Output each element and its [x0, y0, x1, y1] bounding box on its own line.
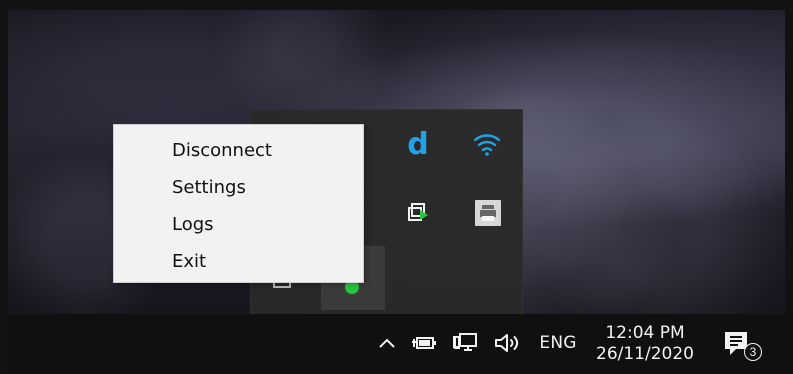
screen: d Disconnect Settings Logs Exit ENG 12:0…	[0, 0, 793, 374]
notification-icon[interactable]: 3	[720, 327, 762, 363]
wifi-icon[interactable]	[471, 132, 503, 158]
clock-date: 26/11/2020	[596, 344, 694, 364]
clock-time: 12:04 PM	[605, 322, 685, 343]
taskbar-right-edge	[785, 314, 793, 374]
context-menu: Disconnect Settings Logs Exit	[113, 124, 364, 283]
network-icon[interactable]	[452, 330, 480, 356]
logs-menu-item[interactable]: Logs	[114, 206, 363, 243]
battery-icon-svg	[412, 337, 436, 349]
volume-icon[interactable]	[493, 331, 523, 355]
taskbar: ENG 12:04 PM 26/11/2020 3	[8, 314, 785, 374]
cast-icon-svg	[408, 203, 428, 221]
exit-menu-item[interactable]: Exit	[114, 243, 363, 280]
chevron-up-icon-svg	[379, 338, 395, 348]
cast-icon[interactable]	[406, 200, 434, 226]
language-indicator[interactable]: ENG	[532, 328, 584, 358]
chevron-up-icon[interactable]	[376, 333, 398, 353]
dashlane-letter: d	[407, 127, 429, 162]
disconnect-menu-item[interactable]: Disconnect	[114, 132, 363, 169]
printer-icon-svg	[475, 200, 501, 226]
wifi-icon-svg	[473, 134, 501, 156]
volume-icon-svg	[495, 334, 519, 352]
network-icon-svg	[453, 333, 477, 351]
dashlane-icon[interactable]: d	[401, 128, 435, 162]
printer-icon[interactable]	[474, 199, 502, 227]
battery-icon[interactable]	[411, 331, 439, 355]
system-clock[interactable]: 12:04 PM 26/11/2020	[596, 316, 694, 372]
notification-count-badge: 3	[744, 343, 762, 361]
settings-menu-item[interactable]: Settings	[114, 169, 363, 206]
